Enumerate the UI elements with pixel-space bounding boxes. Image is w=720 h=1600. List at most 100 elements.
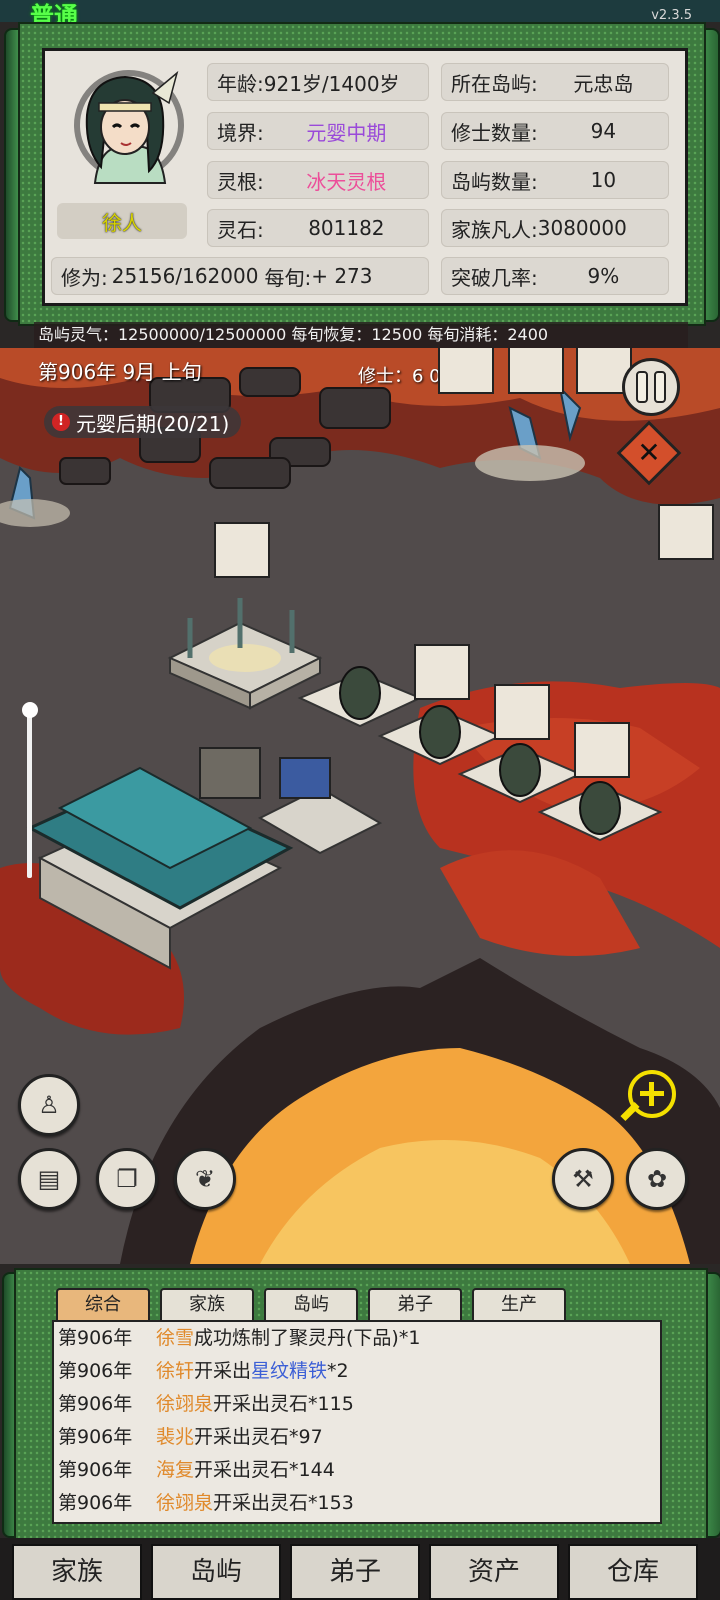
log-year: 第906年 bbox=[58, 1327, 133, 1349]
log-year: 第906年 bbox=[58, 1426, 133, 1448]
event-log-panel: 综合 家族 岛屿 弟子 生产 第906年 徐雪成功炼制了聚灵丹(下品)*1 第90… bbox=[14, 1268, 708, 1540]
monk-count-cell: 修士数量: 94 bbox=[441, 112, 669, 150]
log-entry: 第906年 徐翊泉开采出灵石*153 bbox=[54, 1487, 660, 1520]
cultivation-cell: 修为: 25156/162000 每旬: + 273 bbox=[51, 257, 429, 295]
breakthrough-label: 突破几率: bbox=[451, 265, 538, 290]
sprout-icon: ❦ bbox=[194, 1165, 216, 1193]
age-label: 年龄: bbox=[217, 71, 264, 96]
figure-icon: ♙ bbox=[38, 1091, 60, 1119]
character-name[interactable]: 徐人 bbox=[57, 203, 187, 239]
realm-goal-text: 元婴后期(20/21) bbox=[76, 411, 230, 436]
nav-disciples[interactable]: 弟子 bbox=[290, 1544, 420, 1600]
pause-icon bbox=[654, 371, 666, 403]
log-text: 开采出灵石*153 bbox=[213, 1492, 354, 1514]
log-name: 裴兆 bbox=[156, 1426, 195, 1448]
age-cell: 年龄: 921岁/1400岁 bbox=[207, 63, 429, 101]
log-year: 第906年 bbox=[58, 1492, 133, 1514]
spirit-root-value: 冰天灵根 bbox=[306, 169, 387, 194]
log-item: 星纹精铁 bbox=[251, 1360, 328, 1382]
zoom-slider[interactable] bbox=[27, 708, 32, 878]
log-text: 成功炼制了聚灵丹(下品)*1 bbox=[194, 1327, 421, 1349]
disciple-portrait[interactable] bbox=[414, 644, 470, 700]
island-count-label: 岛屿数量: bbox=[451, 169, 538, 194]
log-name: 徐翊泉 bbox=[156, 1393, 214, 1415]
log-name: 徐轩 bbox=[156, 1360, 195, 1382]
disciple-portrait[interactable] bbox=[214, 522, 270, 578]
zoom-slider-knob[interactable] bbox=[22, 702, 38, 718]
nav-family[interactable]: 家族 bbox=[12, 1544, 142, 1600]
character-stat-panel: 徐人 年龄: 921岁/1400岁 境界: 元婴中期 灵根: 冰天灵根 灵石: … bbox=[18, 22, 706, 326]
monk-count-value: 94 bbox=[590, 119, 617, 143]
hammer-icon: ⚒ bbox=[572, 1165, 594, 1193]
mortals-value: 3080000 bbox=[537, 216, 627, 240]
tab-disciples[interactable]: 弟子 bbox=[368, 1288, 462, 1320]
layers-icon: ❐ bbox=[116, 1165, 138, 1193]
disciple-portrait[interactable] bbox=[574, 722, 630, 778]
spirit-stone-value: 801182 bbox=[308, 216, 385, 240]
figure-button[interactable]: ♙ bbox=[18, 1074, 80, 1136]
game-date: 第906年 9月 上旬 bbox=[38, 360, 202, 384]
pause-button[interactable] bbox=[622, 358, 680, 416]
log-tabs: 综合 家族 岛屿 弟子 生产 bbox=[56, 1288, 576, 1320]
island-value: 元忠岛 bbox=[573, 71, 634, 96]
tab-island[interactable]: 岛屿 bbox=[264, 1288, 358, 1320]
top-bar: 普通 v2.3.5 bbox=[0, 0, 720, 30]
log-entry: 第906年 徐轩开采出星纹精铁*2 bbox=[54, 1355, 660, 1388]
close-icon: ✕ bbox=[637, 436, 661, 469]
log-text: 开采出灵石*144 bbox=[194, 1459, 335, 1481]
log-list[interactable]: 第906年 徐雪成功炼制了聚灵丹(下品)*1 第906年 徐轩开采出星纹精铁*2 第… bbox=[52, 1320, 662, 1524]
log-text: 开采出灵石*115 bbox=[213, 1393, 354, 1415]
disciple-portrait[interactable] bbox=[494, 684, 550, 740]
per-period-label: 每旬: bbox=[264, 265, 312, 290]
log-year: 第906年 bbox=[58, 1459, 133, 1481]
character-avatar[interactable] bbox=[57, 63, 187, 193]
tab-family[interactable]: 家族 bbox=[160, 1288, 254, 1320]
log-entry: 第906年 海复开采出灵石*144 bbox=[54, 1454, 660, 1487]
log-text: 开采出 bbox=[194, 1360, 252, 1382]
nav-assets[interactable]: 资产 bbox=[429, 1544, 559, 1600]
map-button[interactable]: ▤ bbox=[18, 1148, 80, 1210]
nav-islands[interactable]: 岛屿 bbox=[151, 1544, 281, 1600]
tab-overview[interactable]: 综合 bbox=[56, 1288, 150, 1320]
per-period-value: + 273 bbox=[311, 264, 373, 288]
cultivation-label: 修为: bbox=[61, 265, 108, 290]
realm-goal-badge[interactable]: ! 元婴后期(20/21) bbox=[44, 406, 242, 438]
view-button[interactable]: ❐ bbox=[96, 1148, 158, 1210]
log-year: 第906年 bbox=[58, 1393, 133, 1415]
tab-production[interactable]: 生产 bbox=[472, 1288, 566, 1320]
island-count-cell: 岛屿数量: 10 bbox=[441, 161, 669, 199]
mortals-cell: 家族凡人: 3080000 bbox=[441, 209, 669, 247]
breakthrough-cell: 突破几率: 9% bbox=[441, 257, 669, 295]
warning-icon: ! bbox=[52, 413, 70, 431]
log-text: 开采出灵石*97 bbox=[194, 1426, 323, 1448]
spirit-stone-cell: 灵石: 801182 bbox=[207, 209, 429, 247]
island-scene[interactable]: 第906年 9月 上旬 修士：6 0空闲 ! 元婴后期(20/21) ✕ ♙ ▤… bbox=[0, 348, 720, 1264]
disciple-portrait[interactable] bbox=[438, 348, 494, 394]
realm-label: 境界: bbox=[217, 120, 264, 145]
log-entry: 第906年 徐雪成功炼制了聚灵丹(下品)*1 bbox=[54, 1322, 660, 1355]
log-name: 海复 bbox=[156, 1459, 195, 1481]
pause-icon bbox=[636, 371, 648, 403]
age-value: 921岁/1400岁 bbox=[263, 71, 400, 96]
disciple-portrait[interactable] bbox=[658, 504, 714, 560]
cultivation-value: 25156/162000 bbox=[111, 264, 259, 288]
settings-button[interactable]: ✿ bbox=[626, 1148, 688, 1210]
build-button[interactable]: ⚒ bbox=[552, 1148, 614, 1210]
mortals-label: 家族凡人: bbox=[451, 217, 538, 242]
realm-value: 元婴中期 bbox=[306, 120, 387, 145]
log-tail: *2 bbox=[327, 1360, 349, 1382]
plant-button[interactable]: ❦ bbox=[174, 1148, 236, 1210]
island-label: 所在岛屿: bbox=[451, 71, 538, 96]
log-name: 徐翊泉 bbox=[156, 1492, 214, 1514]
version-label: v2.3.5 bbox=[651, 8, 692, 23]
spirit-stone-label: 灵石: bbox=[217, 217, 264, 242]
island-count-value: 10 bbox=[590, 168, 617, 192]
spirit-root-label: 灵根: bbox=[217, 169, 264, 194]
log-name: 徐雪 bbox=[156, 1327, 195, 1349]
island-qi-bar: 岛屿灵气：12500000/12500000 每旬恢复：12500 每旬消耗：2… bbox=[34, 322, 688, 348]
realm-cell: 境界: 元婴中期 bbox=[207, 112, 429, 150]
scroll-icon: ▤ bbox=[37, 1165, 61, 1193]
disciple-portrait[interactable] bbox=[508, 348, 564, 394]
gear-icon: ✿ bbox=[646, 1165, 668, 1193]
nav-warehouse[interactable]: 仓库 bbox=[568, 1544, 698, 1600]
